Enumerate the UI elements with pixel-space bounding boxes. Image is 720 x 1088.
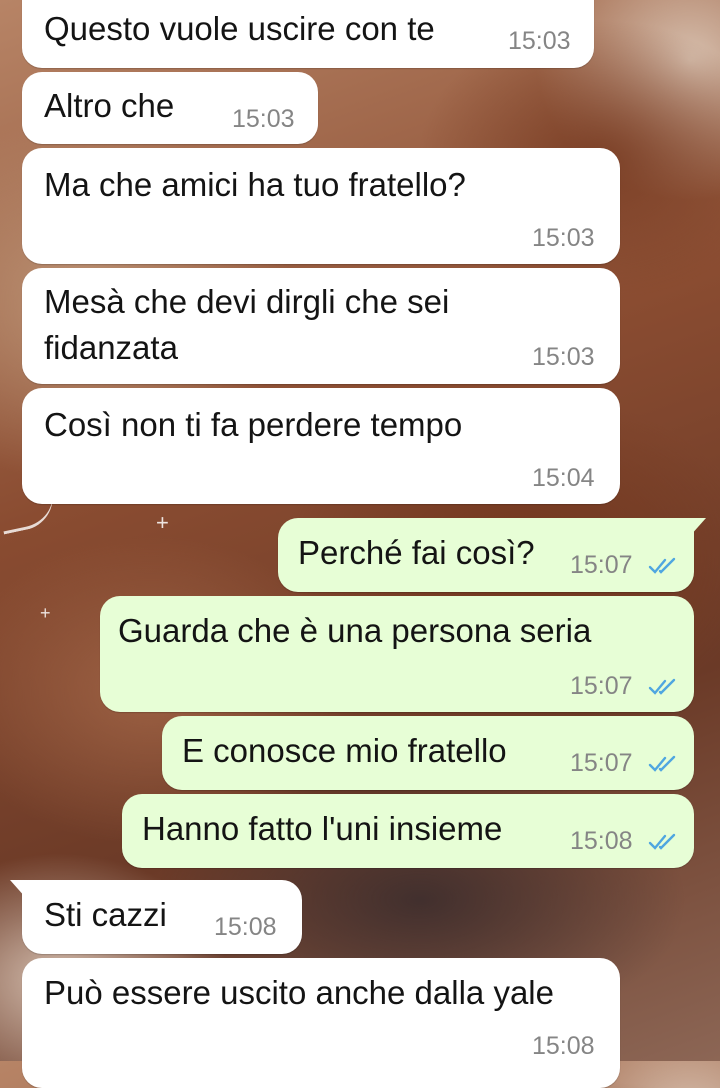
message-timestamp: 15:07 — [570, 551, 633, 579]
outgoing-message-bubble[interactable]: Perché fai così? 15:07 — [278, 518, 706, 592]
message-text-line1: Mesà che devi dirgli che sei — [44, 283, 450, 320]
message-text-line2: fidanzata — [44, 329, 178, 366]
message-timestamp: 15:04 — [532, 464, 595, 492]
message-text: Ma che amici ha tuo fratello? — [44, 166, 466, 203]
bubble-tail — [690, 518, 706, 536]
message-timestamp: 15:08 — [214, 913, 277, 941]
incoming-message-bubble[interactable]: Altro che 15:03 — [22, 72, 318, 144]
message-text: Questo vuole uscire con te — [44, 10, 435, 47]
incoming-message-bubble[interactable]: Così non ti fa perdere tempo 15:04 — [22, 388, 620, 504]
message-timestamp: 15:07 — [570, 749, 633, 777]
message-timestamp: 15:08 — [570, 827, 633, 855]
message-timestamp: 15:03 — [508, 27, 571, 55]
incoming-message-bubble[interactable]: Questo vuole uscire con te 15:03 — [22, 0, 594, 68]
message-text: Guarda che è una persona seria — [118, 612, 592, 649]
message-text: Perché fai così? — [298, 534, 535, 571]
message-timestamp: 15:07 — [570, 672, 633, 700]
read-double-check-icon — [648, 833, 676, 850]
message-text: Altro che — [44, 87, 175, 124]
sparkle-decoration: + — [40, 603, 51, 623]
read-double-check-icon — [648, 557, 676, 574]
incoming-message-bubble[interactable]: Sti cazzi 15:08 — [10, 880, 302, 954]
message-text: E conosce mio fratello — [182, 732, 507, 769]
message-timestamp: 15:03 — [232, 105, 295, 133]
incoming-message-bubble[interactable]: Può essere uscito anche dalla yale 15:08 — [22, 958, 620, 1088]
outgoing-message-bubble[interactable]: Hanno fatto l'uni insieme 15:08 — [122, 794, 694, 868]
incoming-message-bubble[interactable]: Mesà che devi dirgli che sei fidanzata 1… — [22, 268, 620, 384]
outgoing-message-bubble[interactable]: E conosce mio fratello 15:07 — [162, 716, 694, 790]
sparkle-decoration: + — [156, 510, 169, 535]
read-double-check-icon — [648, 678, 676, 695]
bubble-tail — [10, 880, 26, 898]
incoming-message-bubble[interactable]: Ma che amici ha tuo fratello? 15:03 — [22, 148, 620, 264]
message-timestamp: 15:03 — [532, 224, 595, 252]
message-text: Così non ti fa perdere tempo — [44, 406, 463, 443]
message-text: Sti cazzi — [44, 896, 167, 933]
message-text: Hanno fatto l'uni insieme — [142, 810, 503, 847]
message-timestamp: 15:03 — [532, 343, 595, 371]
message-text: Può essere uscito anche dalla yale — [44, 974, 554, 1011]
read-double-check-icon — [648, 755, 676, 772]
message-timestamp: 15:08 — [532, 1032, 595, 1060]
outgoing-message-bubble[interactable]: Guarda che è una persona seria 15:07 — [100, 596, 694, 712]
